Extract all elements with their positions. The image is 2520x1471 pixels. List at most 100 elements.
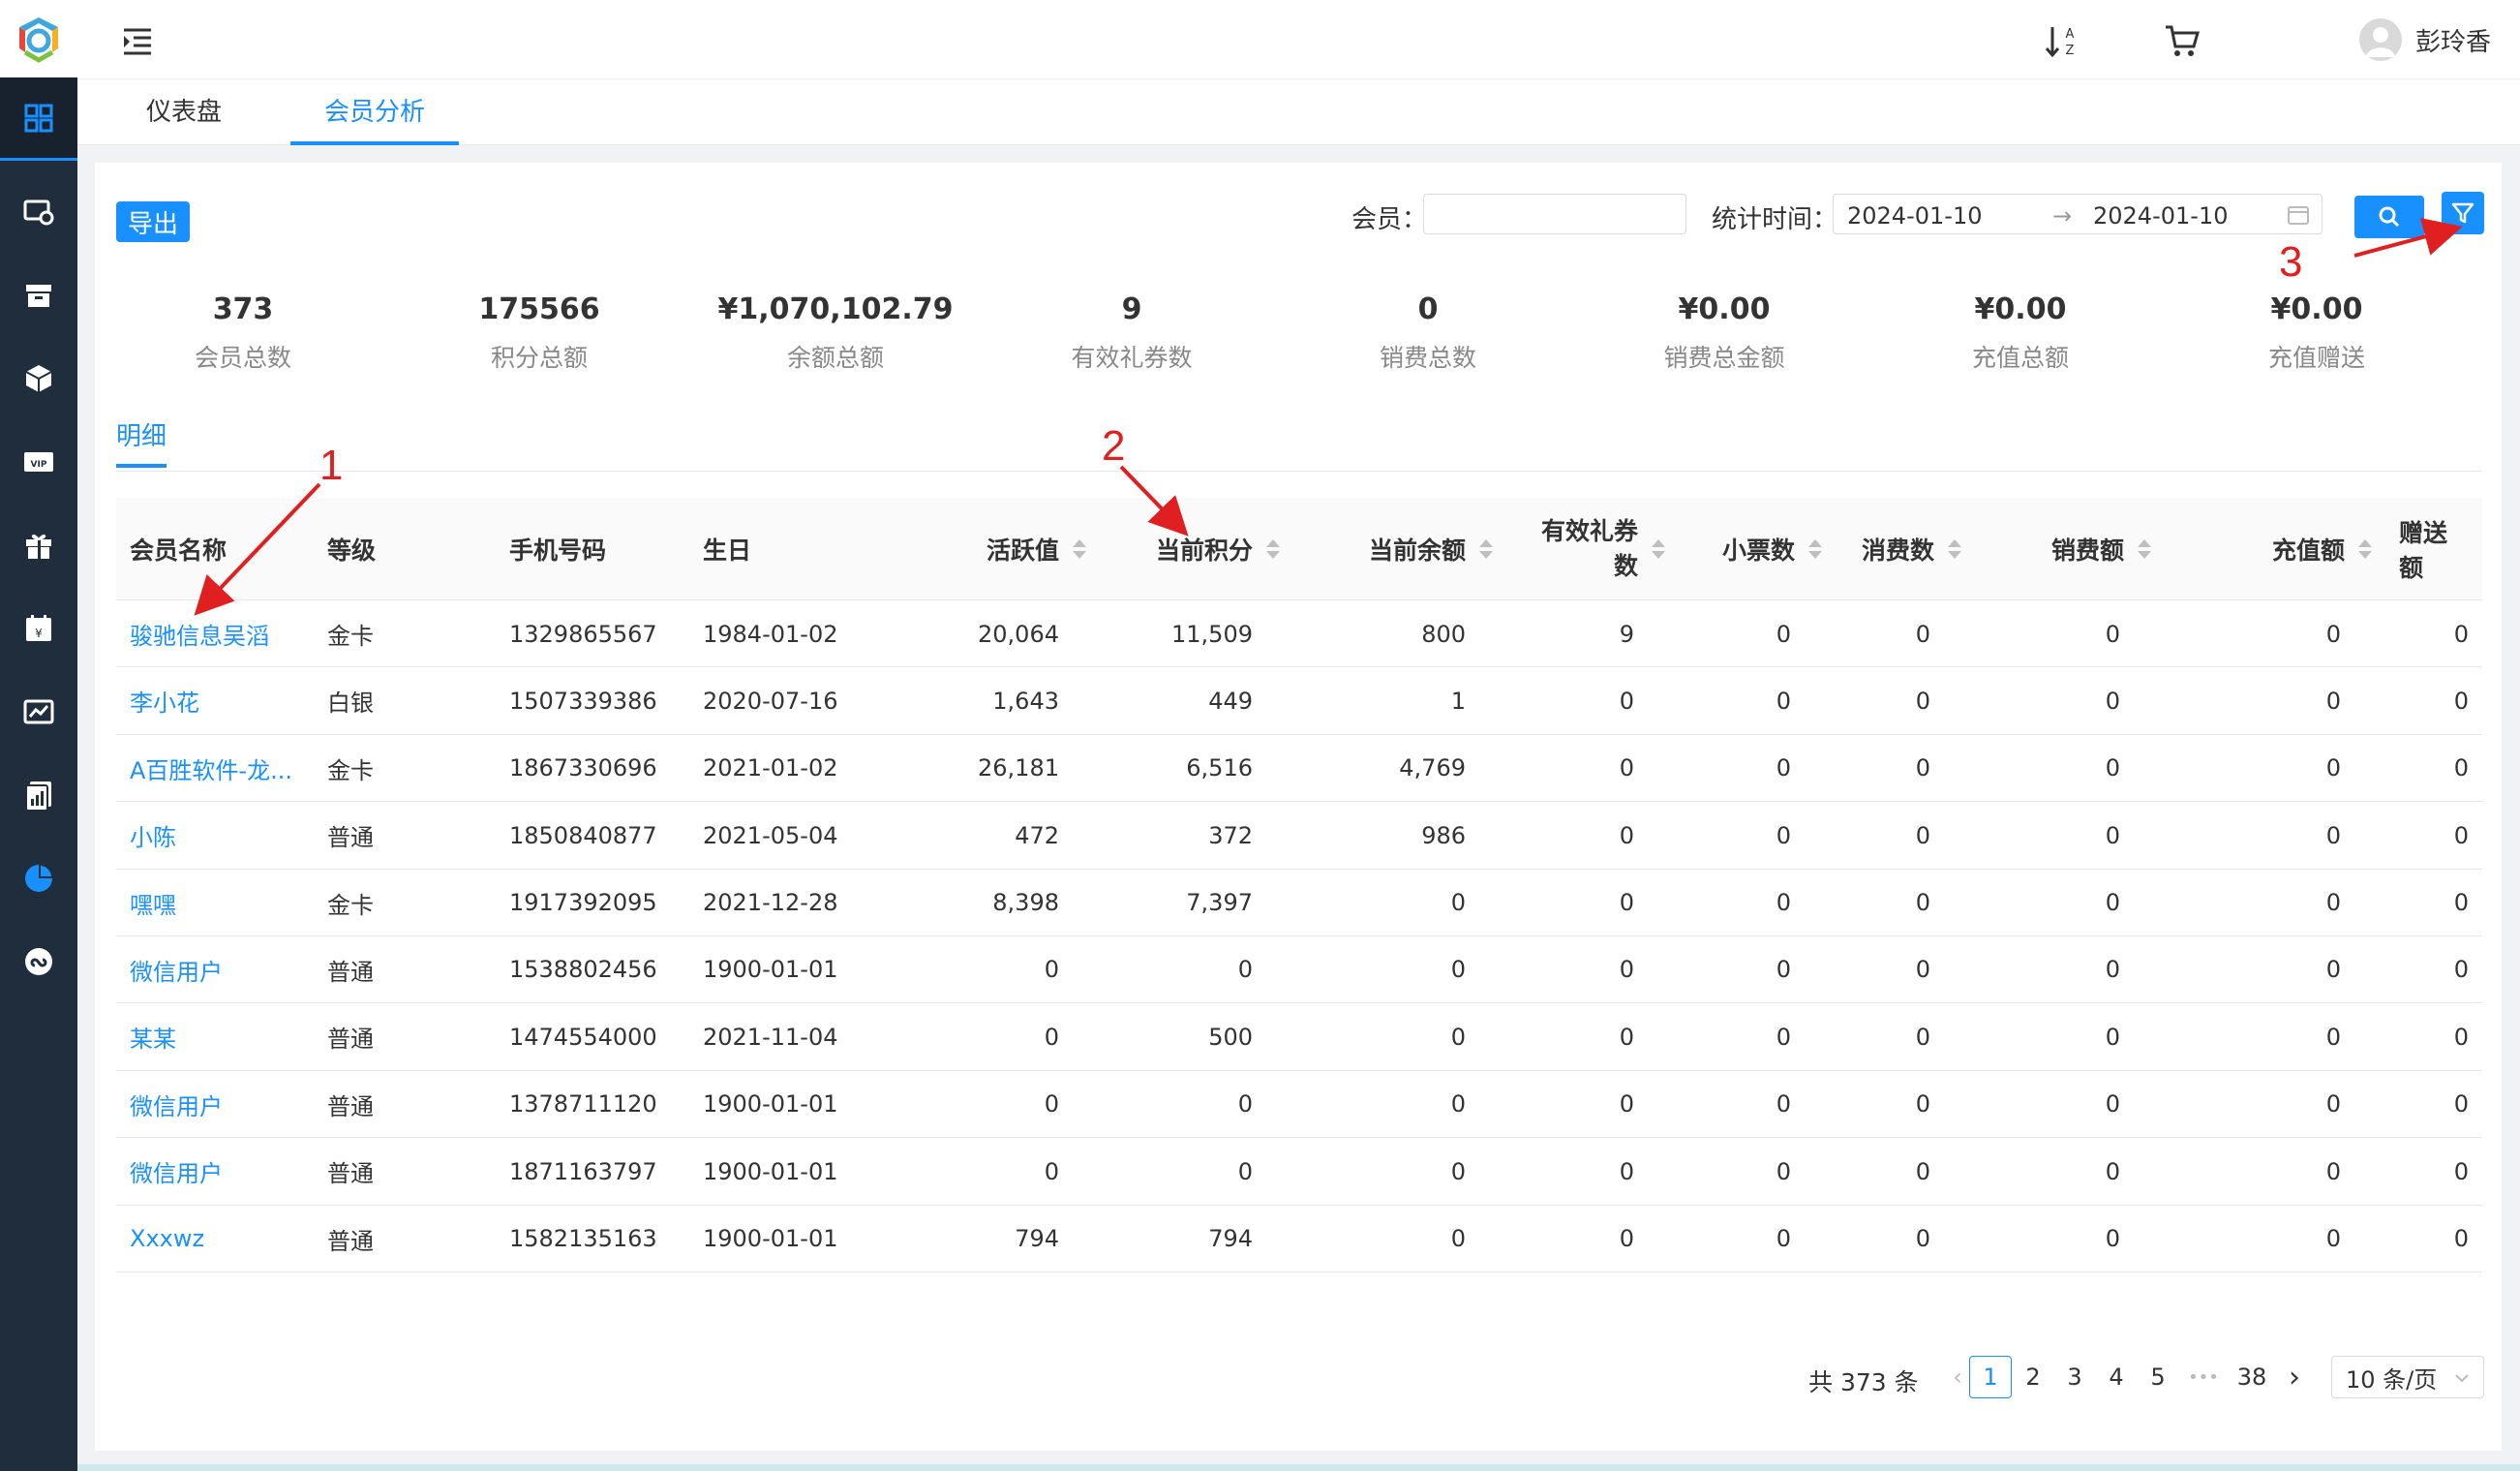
- member-name-link[interactable]: A百胜软件-龙...: [116, 735, 310, 802]
- page-3[interactable]: 3: [2053, 1356, 2096, 1398]
- page-last[interactable]: 38: [2231, 1356, 2273, 1398]
- cell-consume-amount: 0: [2105, 889, 2120, 917]
- column-header-label: 活跃值: [986, 536, 1059, 565]
- column-header-balance[interactable]: 当前余额: [1293, 498, 1506, 600]
- sort-caret-icon[interactable]: [1266, 539, 1280, 559]
- cell-birthday: 1900-01-01: [703, 1090, 838, 1119]
- column-header-coupons[interactable]: 有效礼券数: [1506, 498, 1679, 600]
- sidebar-item-analysis[interactable]: [0, 837, 77, 920]
- filter-icon: [2451, 202, 2474, 224]
- page-4[interactable]: 4: [2095, 1356, 2138, 1398]
- column-header-recharge[interactable]: 充值额: [2165, 498, 2385, 600]
- column-header-label: 当前余额: [1368, 536, 1466, 565]
- cell-level: 普通: [327, 1026, 374, 1054]
- column-header-points[interactable]: 当前积分: [1100, 498, 1293, 600]
- sidebar-item-finance[interactable]: ¥: [0, 587, 77, 670]
- sidebar-item-gift[interactable]: [0, 504, 77, 587]
- tab-member-analysis[interactable]: 会员分析: [290, 79, 459, 145]
- sort-caret-icon[interactable]: [1073, 539, 1086, 559]
- svg-text:A: A: [2066, 27, 2075, 42]
- cell-coupons: 0: [1619, 1023, 1634, 1051]
- menu-fold-icon[interactable]: [118, 21, 157, 60]
- date-start[interactable]: 2024-01-10: [1847, 202, 1982, 230]
- page-5[interactable]: 5: [2137, 1356, 2179, 1398]
- sidebar-item-settings[interactable]: [0, 170, 77, 254]
- sidebar-item-report[interactable]: [0, 753, 77, 837]
- cell-birthday: 2021-05-04: [703, 821, 838, 849]
- member-input[interactable]: [1423, 194, 1686, 234]
- cell-recharge: 0: [2325, 1157, 2341, 1185]
- table-row: 微信用户 普通 18711637972 1900-01-01 0 0 0 0 0 0 0 0 0: [116, 1138, 2482, 1206]
- member-name-link[interactable]: 微信用户: [116, 1138, 310, 1205]
- member-name-link[interactable]: 嘿嘿: [116, 870, 310, 936]
- export-button[interactable]: 导出: [116, 201, 190, 242]
- user-menu[interactable]: 彭玲香: [2358, 17, 2491, 62]
- date-range-picker[interactable]: 2024-01-10 → 2024-01-10: [1833, 194, 2323, 234]
- cell-phone: 19173920958: [509, 889, 658, 917]
- cell-recharge: 0: [2325, 1225, 2341, 1253]
- column-header-consume-amount[interactable]: 销费额: [1975, 498, 2165, 600]
- sort-az-icon[interactable]: A Z: [2041, 19, 2083, 62]
- tab-detail[interactable]: 明细: [116, 416, 167, 468]
- cell-bonus: 0: [2453, 754, 2469, 782]
- cell-bonus: 0: [2453, 1157, 2469, 1185]
- cell-birthday: 1900-01-01: [703, 956, 838, 984]
- column-header-level: 等级: [310, 498, 465, 600]
- sidebar-item-trend[interactable]: [0, 670, 77, 753]
- column-header-consume-count[interactable]: 消费数: [1836, 498, 1975, 600]
- cell-tickets: 0: [1776, 1090, 1791, 1119]
- member-name-link[interactable]: Xxxwz: [116, 1206, 310, 1272]
- column-header-tickets[interactable]: 小票数: [1679, 498, 1836, 600]
- member-name-link[interactable]: 李小花: [116, 667, 310, 734]
- stat-coupon-count: 9 有效礼券数: [1071, 292, 1193, 372]
- date-end[interactable]: 2024-01-10: [2093, 202, 2228, 230]
- cell-level: 金卡: [327, 623, 374, 650]
- annotation-label-2: 2: [1102, 422, 1126, 470]
- member-name-link[interactable]: 骏驰信息吴滔: [116, 600, 310, 667]
- sidebar-item-dashboard[interactable]: [0, 77, 77, 161]
- page-size-select[interactable]: 10 条/页: [2331, 1356, 2484, 1398]
- column-header-activity[interactable]: 活跃值: [852, 498, 1100, 600]
- sort-caret-icon[interactable]: [1652, 539, 1665, 559]
- cart-icon[interactable]: [2161, 19, 2203, 62]
- sort-caret-icon[interactable]: [1808, 539, 1822, 559]
- annotation-label-1: 1: [319, 442, 344, 489]
- cell-consume-count: 0: [1915, 754, 1930, 782]
- cell-consume-amount: 0: [2105, 821, 2120, 849]
- cell-balance: 0: [1450, 889, 1466, 917]
- filter-button[interactable]: [2442, 192, 2484, 234]
- member-name-link[interactable]: 某某: [116, 1003, 310, 1070]
- cell-birthday: 2021-12-28: [703, 889, 838, 917]
- member-label: 会员：: [1351, 205, 1428, 234]
- cell-balance: 0: [1450, 1225, 1466, 1253]
- cell-points: 6,516: [1186, 754, 1253, 782]
- cell-birthday: 2020-07-16: [703, 687, 838, 715]
- member-name-link[interactable]: 微信用户: [116, 1071, 310, 1138]
- page-ellipsis[interactable]: •••: [2182, 1356, 2225, 1398]
- tab-dashboard[interactable]: 仪表盘: [106, 79, 261, 145]
- sidebar-item-vip[interactable]: VIP: [0, 420, 77, 504]
- member-table: 会员名称 等级 手机号码 生日 活跃值 当前积分 当前余额 有效礼券数 小票数 消费数 销费额 充值额…: [116, 498, 2482, 1272]
- column-header-birthday: 生日: [658, 498, 852, 600]
- sidebar-item-miniprogram[interactable]: [0, 920, 77, 1003]
- sidebar-item-goods[interactable]: [0, 337, 77, 420]
- page-1[interactable]: 1: [1969, 1356, 2012, 1398]
- member-name-link[interactable]: 小陈: [116, 802, 310, 869]
- cell-birthday: 2021-01-02: [703, 754, 838, 782]
- next-page-button[interactable]: ›: [2273, 1356, 2316, 1398]
- sort-caret-icon[interactable]: [1948, 539, 1961, 559]
- page-2[interactable]: 2: [2012, 1356, 2054, 1398]
- sort-caret-icon[interactable]: [1479, 539, 1493, 559]
- search-button[interactable]: [2354, 196, 2424, 238]
- cube-icon: [25, 365, 52, 392]
- cell-points: 500: [1208, 1023, 1253, 1051]
- sort-caret-icon[interactable]: [2358, 539, 2372, 559]
- member-name-link[interactable]: 微信用户: [116, 936, 310, 1003]
- cell-recharge: 0: [2325, 956, 2341, 984]
- sort-caret-icon[interactable]: [2138, 539, 2151, 559]
- sidebar-item-box[interactable]: [0, 254, 77, 337]
- cell-consume-count: 0: [1915, 687, 1930, 715]
- cell-phone: 18711637972: [509, 1157, 658, 1185]
- cell-activity: 0: [1044, 1090, 1059, 1119]
- app-logo[interactable]: [0, 0, 77, 77]
